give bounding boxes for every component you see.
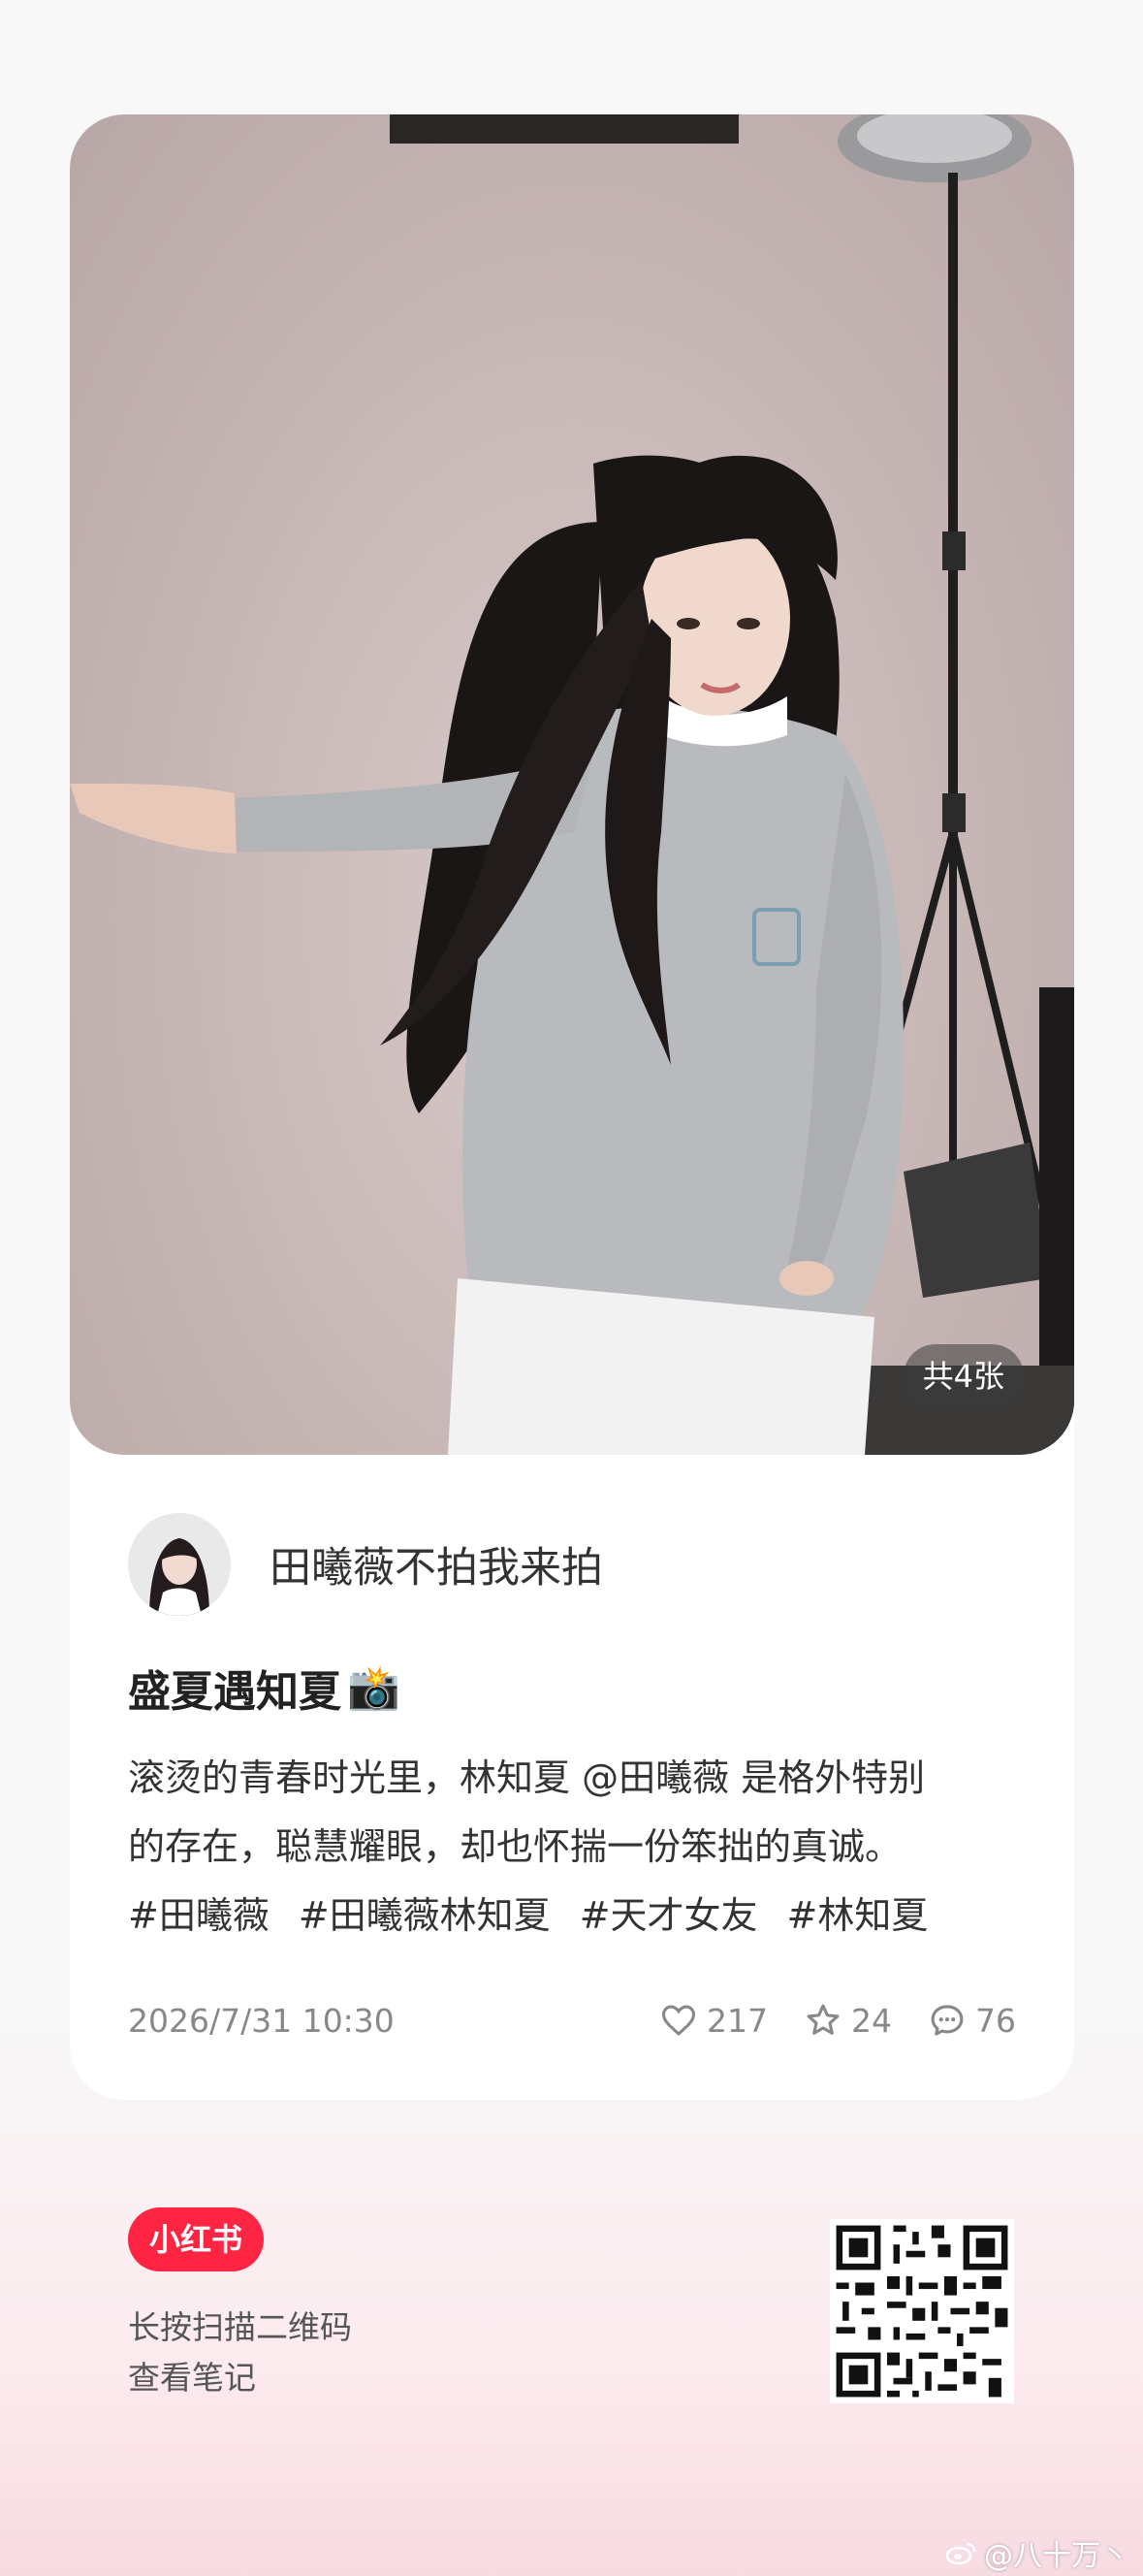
author-avatar[interactable] [128, 1513, 231, 1616]
collect-count: 24 [851, 2001, 892, 2040]
like-stat[interactable]: 217 [660, 2002, 768, 2040]
xiaohongshu-logo: 小红书 [128, 2207, 264, 2271]
desc-line-1: 滚烫的青春时光里，林知夏 @田曦薇 是格外特别 [128, 1756, 926, 1799]
studio-photo-illustration [70, 114, 1074, 1455]
heart-icon [661, 2005, 696, 2036]
like-count: 217 [707, 2001, 768, 2040]
comment-icon [931, 2005, 964, 2036]
avatar-portrait [128, 1513, 231, 1616]
note-description: 滚烫的青春时光里，林知夏 @田曦薇 是格外特别 的存在，聪慧耀眼，却也怀揣一份笨… [128, 1744, 1039, 1882]
camera-flash-icon: 📸 [347, 1663, 400, 1713]
photo-count-badge: 共4张 [903, 1344, 1024, 1408]
comment-stat[interactable]: 76 [929, 2002, 1016, 2040]
tag-item[interactable]: #天才女友 [580, 1882, 758, 1950]
tag-item[interactable]: #林知夏 [787, 1882, 929, 1950]
scan-hint-line-1: 长按扫描二维码 [128, 2308, 352, 2346]
scan-hint-line-2: 查看笔记 [128, 2359, 256, 2397]
note-photo[interactable]: 共4张 [70, 114, 1074, 1455]
comment-count: 76 [975, 2001, 1016, 2040]
scan-hint: 长按扫描二维码 查看笔记 [128, 2302, 352, 2403]
author-row[interactable]: 田曦薇不拍我来拍 [128, 1511, 603, 1618]
tag-item[interactable]: #田曦薇 [128, 1882, 270, 1950]
note-title: 盛夏遇知夏 📸 [128, 1657, 400, 1719]
publish-date: 2026/7/31 10:30 [128, 2001, 395, 2040]
note-card[interactable]: 共4张 田曦薇不拍我来拍 盛夏遇知夏 📸 滚烫的青春时光里，林知夏 @田曦薇 是… [70, 114, 1074, 2100]
tag-list: #田曦薇 #田曦薇林知夏 #天才女友 #林知夏 [128, 1882, 928, 1950]
author-name[interactable]: 田曦薇不拍我来拍 [270, 1534, 603, 1594]
desc-line-2: 的存在，聪慧耀眼，却也怀揣一份笨拙的真诚。 [128, 1825, 903, 1868]
collect-stat[interactable]: 24 [805, 2002, 892, 2040]
qr-code[interactable] [830, 2219, 1014, 2403]
note-meta: 2026/7/31 10:30 217 24 76 [128, 1991, 1016, 2049]
qr-code-icon [830, 2219, 1014, 2403]
weibo-icon [945, 2542, 976, 2565]
watermark-text: @八十万丶 [984, 2539, 1129, 2573]
note-title-text: 盛夏遇知夏 [128, 1667, 341, 1717]
tag-item[interactable]: #田曦薇林知夏 [299, 1882, 551, 1950]
weibo-watermark: @八十万丶 [945, 2531, 1129, 2574]
star-icon [807, 2004, 840, 2035]
